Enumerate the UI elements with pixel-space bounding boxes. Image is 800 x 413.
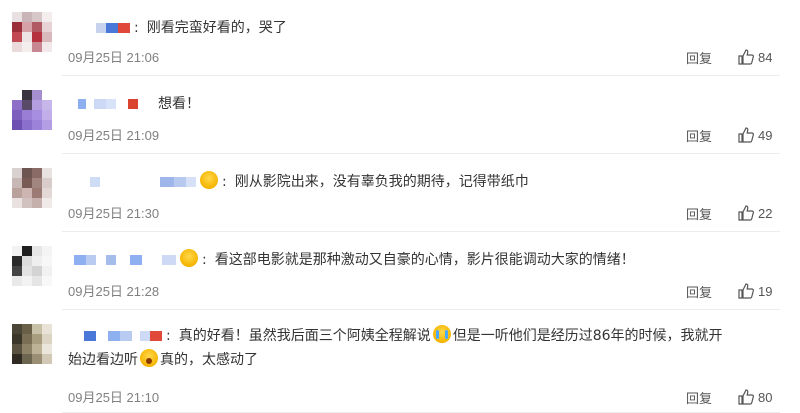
reply-button[interactable]: 回复 xyxy=(686,388,712,407)
reply-button[interactable]: 回复 xyxy=(686,48,712,67)
username-mosaic[interactable] xyxy=(96,23,130,33)
username-mosaic[interactable] xyxy=(76,177,196,187)
avatar[interactable] xyxy=(12,12,52,52)
reply-button[interactable]: 回复 xyxy=(686,126,712,145)
comment-item: : 刚看完蛮好看的，哭了 09月25日 21:06 回复 84 xyxy=(0,0,800,76)
thumbs-up-icon xyxy=(738,127,754,143)
thumbs-up-icon xyxy=(738,389,754,405)
thumbs-up-icon xyxy=(738,49,754,65)
like-count: 49 xyxy=(758,127,773,143)
like-button[interactable]: 19 xyxy=(738,283,772,299)
username-mosaic[interactable] xyxy=(84,331,162,341)
avatar[interactable] xyxy=(12,246,52,286)
like-count: 19 xyxy=(758,283,773,299)
emoji-icon xyxy=(180,249,198,267)
thumbs-up-icon xyxy=(738,205,754,221)
comment-line: : 真的好看！虽然我后面三个阿姨全程解说 但是一听他们是经历过86年的时候，我就开始… xyxy=(68,324,780,372)
comment-line: 想看！ xyxy=(68,92,780,116)
comment-text-part: 真的，太感动了 xyxy=(160,352,258,368)
like-count: 80 xyxy=(758,389,773,405)
avatar[interactable] xyxy=(12,324,52,364)
comment-timestamp: 09月25日 21:28 xyxy=(68,284,160,299)
comment-text: 看这部电影就是那种激动又自豪的心情，影片很能调动大家的情绪！ xyxy=(214,252,635,268)
username-mosaic[interactable] xyxy=(74,255,176,265)
username-mosaic[interactable] xyxy=(78,99,138,109)
comment-timestamp: 09月25日 21:06 xyxy=(68,50,160,65)
comment-text-part: 但是一听他们是经历过86年的时候，我就开 xyxy=(452,328,723,344)
comment-text-part: 真的好看！虽然我后面三个阿姨全程解说 xyxy=(178,328,431,344)
avatar[interactable] xyxy=(12,90,52,130)
comment-timestamp: 09月25日 21:10 xyxy=(68,390,160,405)
comment-line: : 刚看完蛮好看的，哭了 xyxy=(68,16,780,40)
comment-line: : 刚从影院出来，没有辜负我的期待，记得带纸巾 xyxy=(68,170,780,194)
shocked-emoji-icon xyxy=(140,349,158,367)
comment-text-part: 始边看边听 xyxy=(68,352,138,368)
like-button[interactable]: 80 xyxy=(738,389,772,405)
crying-laughing-emoji-icon xyxy=(432,325,451,343)
comment-item: : 刚从影院出来，没有辜负我的期待，记得带纸巾 09月25日 21:30 回复 2… xyxy=(0,154,800,232)
comment-item: : 看这部电影就是那种激动又自豪的心情，影片很能调动大家的情绪！ 09月25日 2… xyxy=(0,232,800,310)
like-button[interactable]: 49 xyxy=(738,127,772,143)
comment-timestamp: 09月25日 21:09 xyxy=(68,128,160,143)
like-count: 84 xyxy=(758,49,773,65)
reply-button[interactable]: 回复 xyxy=(686,204,712,223)
avatar[interactable] xyxy=(12,168,52,208)
like-button[interactable]: 84 xyxy=(738,49,772,65)
comment-text: 刚从影院出来，没有辜负我的期待，记得带纸巾 xyxy=(234,174,529,190)
pointing-emoji-icon xyxy=(200,171,218,189)
comment-line: : 看这部电影就是那种激动又自豪的心情，影片很能调动大家的情绪！ xyxy=(68,248,780,272)
thumbs-up-icon xyxy=(738,283,754,299)
comment-text: 想看！ xyxy=(158,96,200,112)
reply-button[interactable]: 回复 xyxy=(686,282,712,301)
like-count: 22 xyxy=(758,205,773,221)
comment-timestamp: 09月25日 21:30 xyxy=(68,206,160,221)
like-button[interactable]: 22 xyxy=(738,205,772,221)
comment-text: 刚看完蛮好看的，哭了 xyxy=(146,20,287,36)
comment-item: 想看！ 09月25日 21:09 回复 49 xyxy=(0,76,800,154)
comment-item: : 真的好看！虽然我后面三个阿姨全程解说 但是一听他们是经历过86年的时候，我就开始… xyxy=(0,310,800,413)
